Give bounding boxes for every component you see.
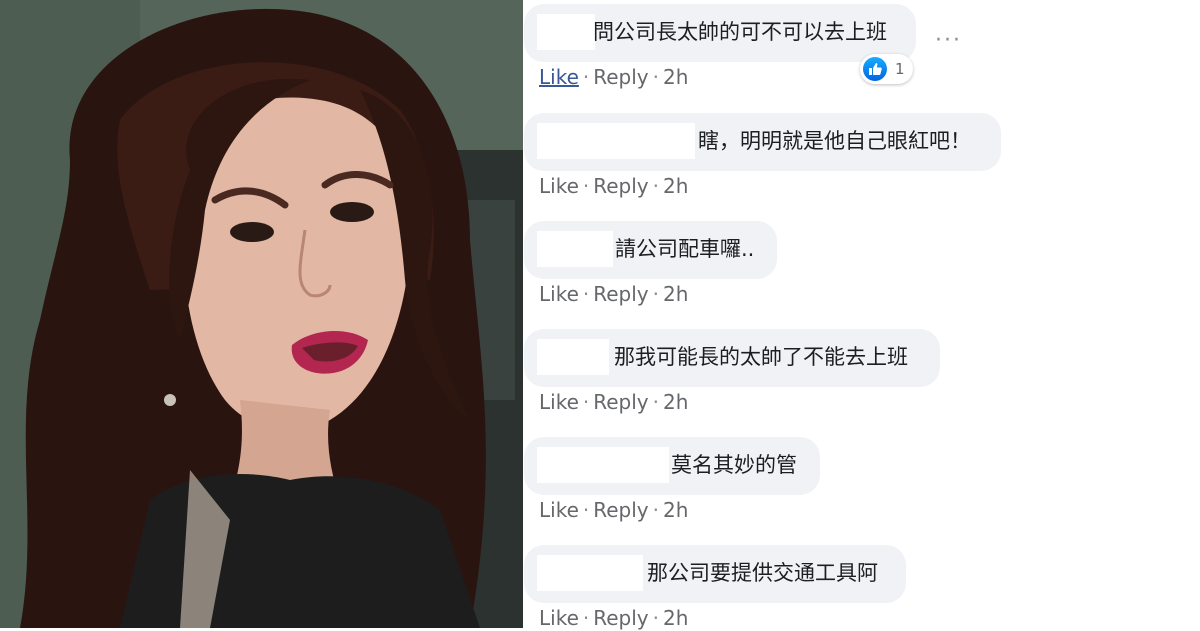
comment-bubble: 莫名其妙的管 xyxy=(524,437,820,495)
comment-text: 莫名其妙的管 xyxy=(671,453,797,477)
timestamp[interactable]: 2h xyxy=(663,389,688,415)
comment-thread: 問公司長太帥的可不可以去上班 ··· 1 Like · Reply · 2h 瞎，明明就… xyxy=(523,0,1200,631)
comment-actions: Like · Reply · 2h xyxy=(539,389,689,415)
comment-actions: Like · Reply · 2h xyxy=(539,497,689,523)
thumbs-up-icon xyxy=(863,57,887,81)
more-options-icon[interactable]: ··· xyxy=(935,28,962,53)
timestamp[interactable]: 2h xyxy=(663,281,688,307)
comment-actions: Like · Reply · 2h xyxy=(539,281,689,307)
reply-link[interactable]: Reply xyxy=(593,173,648,199)
comment-actions: Like · Reply · 2h xyxy=(539,605,689,631)
reply-link[interactable]: Reply xyxy=(593,389,648,415)
redacted-author-name[interactable] xyxy=(537,123,695,159)
timestamp[interactable]: 2h xyxy=(663,64,688,90)
comment-bubble: 問公司長太帥的可不可以去上班 xyxy=(524,4,916,62)
reply-link[interactable]: Reply xyxy=(593,281,648,307)
redacted-author-name[interactable] xyxy=(537,555,643,591)
comment-bubble: 瞎，明明就是他自己眼紅吧！ xyxy=(524,113,1001,171)
comment-text: 請公司配車囉.. xyxy=(615,237,755,261)
reaction-count: 1 xyxy=(895,60,905,78)
comment-text: 問公司長太帥的可不可以去上班 xyxy=(593,20,887,44)
comment-text: 那公司要提供交通工具阿 xyxy=(647,561,878,585)
comment-actions: Like · Reply · 2h xyxy=(539,64,689,90)
timestamp[interactable]: 2h xyxy=(663,497,688,523)
like-link[interactable]: Like xyxy=(539,605,579,631)
reply-link[interactable]: Reply xyxy=(593,605,648,631)
like-link[interactable]: Like xyxy=(539,281,579,307)
like-link[interactable]: Like xyxy=(539,173,579,199)
timestamp[interactable]: 2h xyxy=(663,173,688,199)
comment-actions: Like · Reply · 2h xyxy=(539,173,689,199)
comment-bubble: 那我可能長的太帥了不能去上班 xyxy=(524,329,940,387)
redacted-author-name[interactable] xyxy=(537,14,595,50)
reply-link[interactable]: Reply xyxy=(593,64,648,90)
comment-bubble: 那公司要提供交通工具阿 xyxy=(524,545,906,603)
reply-link[interactable]: Reply xyxy=(593,497,648,523)
comment-text: 瞎，明明就是他自己眼紅吧！ xyxy=(698,129,971,153)
redacted-author-name[interactable] xyxy=(537,231,613,267)
redacted-author-name[interactable] xyxy=(537,447,669,483)
portrait-illustration xyxy=(0,0,523,628)
like-link[interactable]: Like xyxy=(539,64,579,90)
woman-portrait-image xyxy=(0,0,523,628)
comment-bubble: 請公司配車囉.. xyxy=(524,221,777,279)
timestamp[interactable]: 2h xyxy=(663,605,688,631)
like-link[interactable]: Like xyxy=(539,497,579,523)
comment-text: 那我可能長的太帥了不能去上班 xyxy=(614,345,908,369)
reaction-badge[interactable]: 1 xyxy=(860,54,913,84)
redacted-author-name[interactable] xyxy=(537,339,609,375)
like-link[interactable]: Like xyxy=(539,389,579,415)
